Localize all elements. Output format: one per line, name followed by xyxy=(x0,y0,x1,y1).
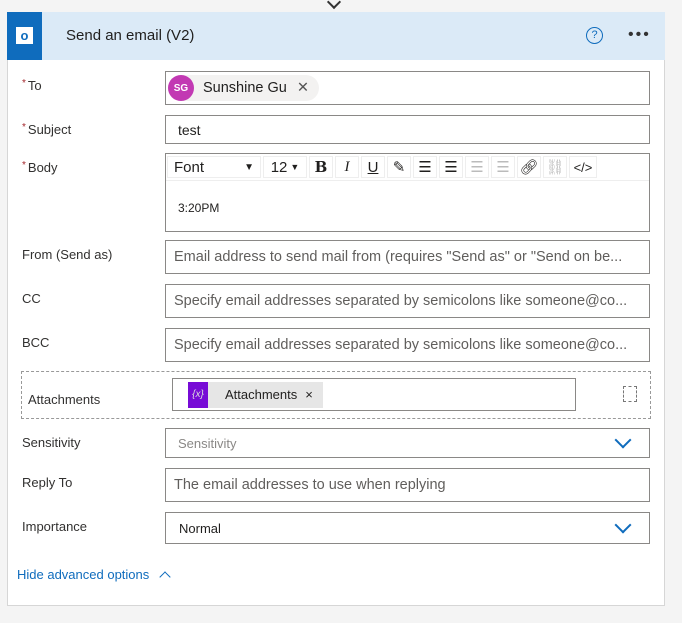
chevron-up-icon xyxy=(159,571,171,583)
reply-to-label: Reply To xyxy=(22,475,73,490)
from-label: From (Send as) xyxy=(22,247,113,262)
unlink-icon[interactable]: ⛓ xyxy=(543,156,567,178)
variable-icon: {x} xyxy=(188,381,208,408)
color-pen-icon[interactable]: ✎ xyxy=(387,156,411,178)
more-icon[interactable]: ••• xyxy=(628,26,651,44)
numbered-list-icon[interactable]: ☰ xyxy=(439,156,463,178)
chevron-down-icon xyxy=(614,431,632,449)
underline-icon[interactable]: U xyxy=(361,156,385,178)
indent-icon[interactable]: ☰ xyxy=(465,156,489,178)
code-view-icon[interactable]: </> xyxy=(569,156,597,178)
attachments-label: Attachments xyxy=(28,392,101,407)
from-input[interactable]: Email address to send mail from (require… xyxy=(165,240,650,274)
to-input[interactable]: SG Sunshine Gu ✕ xyxy=(165,71,650,105)
cc-input[interactable]: Specify email addresses separated by sem… xyxy=(165,284,650,318)
sensitivity-label: Sensitivity xyxy=(22,435,81,450)
body-editor[interactable]: Font ▼ 12 ▼ B I U ✎ ☰ ☰ ☰ ☰ 🔗︎ ⛓ </> 3:20P… xyxy=(165,153,650,232)
help-icon[interactable]: ? xyxy=(586,27,603,44)
hide-advanced-options-link[interactable]: Hide advanced options xyxy=(17,567,171,583)
body-label: * Body xyxy=(22,160,58,175)
remove-token-icon[interactable]: × xyxy=(305,387,313,402)
size-select[interactable]: 12 ▼ xyxy=(263,156,307,178)
attachments-token: {x} Attachments × xyxy=(188,381,323,408)
to-label: * To xyxy=(22,78,42,93)
remove-recipient-icon[interactable]: ✕ xyxy=(297,80,309,96)
chevron-down-icon xyxy=(614,516,632,534)
avatar: SG xyxy=(168,75,194,101)
cc-label: CC xyxy=(22,291,41,306)
recipient-chip: SG Sunshine Gu ✕ xyxy=(168,75,319,101)
bullet-list-icon[interactable]: ☰ xyxy=(413,156,437,178)
reply-to-input[interactable]: The email addresses to use when replying xyxy=(165,468,650,502)
body-content: 3:20PM xyxy=(178,201,220,215)
outlook-icon: o xyxy=(7,12,42,60)
attachments-input[interactable]: {x} Attachments × xyxy=(172,378,576,411)
link-icon[interactable]: 🔗︎ xyxy=(517,156,541,178)
dynamic-content-icon[interactable] xyxy=(623,386,637,402)
italic-icon[interactable]: I xyxy=(335,156,359,178)
editor-toolbar: Font ▼ 12 ▼ B I U ✎ ☰ ☰ ☰ ☰ 🔗︎ ⛓ </> xyxy=(166,154,649,181)
card-title: Send an email (V2) xyxy=(66,27,195,44)
importance-dropdown[interactable]: Normal xyxy=(165,512,650,544)
importance-label: Importance xyxy=(22,519,88,534)
bold-icon[interactable]: B xyxy=(309,156,333,178)
bcc-label: BCC xyxy=(22,335,50,350)
subject-label: * Subject xyxy=(22,122,72,137)
connector-arrow-icon xyxy=(326,0,342,10)
subject-input[interactable]: test xyxy=(165,115,650,144)
font-select[interactable]: Font ▼ xyxy=(167,156,261,178)
sensitivity-dropdown[interactable]: Sensitivity xyxy=(165,428,650,458)
bcc-input[interactable]: Specify email addresses separated by sem… xyxy=(165,328,650,362)
outdent-icon[interactable]: ☰ xyxy=(491,156,515,178)
